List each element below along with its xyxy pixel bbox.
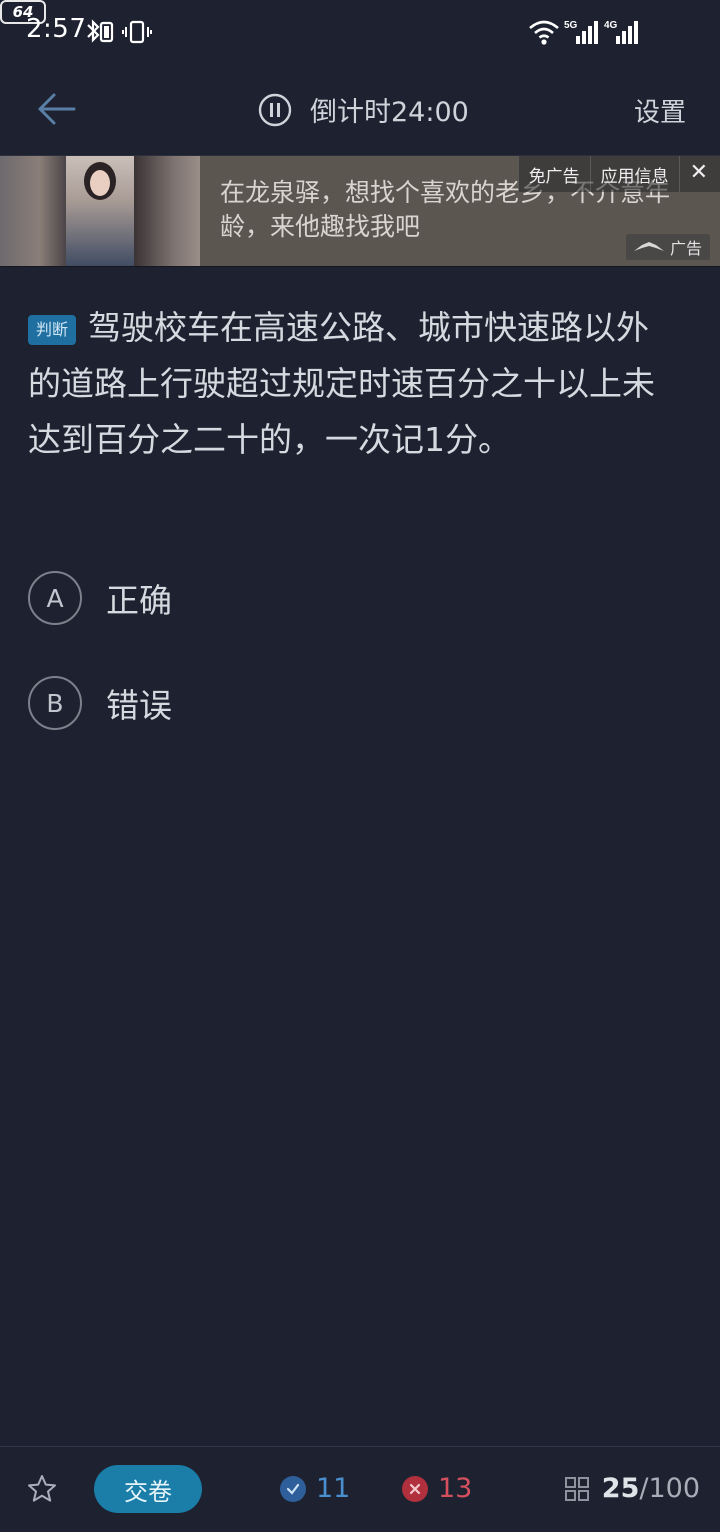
svg-text:5G: 5G bbox=[564, 20, 578, 31]
pause-icon bbox=[258, 93, 292, 126]
option-label: 错误 bbox=[106, 686, 172, 725]
close-ad-icon[interactable]: ✕ bbox=[678, 156, 720, 192]
wrong-count: 13 bbox=[402, 1473, 472, 1504]
ad-controls: 免广告 应用信息 ✕ bbox=[517, 156, 720, 192]
countdown-timer[interactable]: 倒计时24:00 bbox=[258, 90, 469, 129]
option-b[interactable]: B 错误 bbox=[28, 675, 172, 731]
svg-text:4G: 4G bbox=[604, 20, 618, 31]
total-questions: /100 bbox=[639, 1473, 700, 1504]
wifi-icon bbox=[528, 16, 560, 48]
bottom-bar: 交卷 11 13 25/100 bbox=[0, 1446, 720, 1532]
question-text: 判断 驾驶校车在高速公路、城市快速路以外的道路上行驶超过规定时速百分之十以上未达到… bbox=[28, 300, 668, 468]
question-type-tag: 判断 bbox=[28, 315, 77, 345]
option-letter: A bbox=[28, 571, 82, 625]
exam-header: 倒计时24:00 设置 bbox=[0, 64, 720, 154]
question-progress[interactable]: 25/100 bbox=[564, 1473, 700, 1504]
signal-5g-icon: 5G bbox=[564, 16, 600, 48]
option-a[interactable]: A 正确 bbox=[28, 570, 172, 626]
current-question: 25 bbox=[601, 1473, 640, 1504]
ad-badge-label: 广告 bbox=[669, 239, 702, 258]
back-button[interactable] bbox=[30, 86, 82, 132]
bluetooth-icon bbox=[84, 16, 116, 48]
option-letter: B bbox=[28, 676, 82, 730]
status-time: 2:57 bbox=[26, 14, 87, 44]
progress-text: 25/100 bbox=[602, 1473, 700, 1504]
timer-text: 倒计时24:00 bbox=[310, 97, 469, 128]
app-info-button[interactable]: 应用信息 bbox=[589, 156, 679, 192]
back-arrow-icon bbox=[38, 93, 76, 125]
ad-banner[interactable]: 在龙泉驿，想找个喜欢的老乡，不介意年龄，来他趣找我吧 免广告 应用信息 ✕ 广告 bbox=[0, 155, 720, 267]
wrong-count-value: 13 bbox=[438, 1473, 473, 1504]
correct-count-value: 11 bbox=[316, 1473, 351, 1504]
question-body: 驾驶校车在高速公路、城市快速路以外的道路上行驶超过规定时速百分之十以上未达到百分… bbox=[28, 308, 655, 459]
option-label: 正确 bbox=[106, 581, 172, 620]
correct-count: 11 bbox=[280, 1473, 350, 1504]
grid-icon bbox=[564, 1476, 589, 1501]
check-icon bbox=[280, 1475, 306, 1502]
ad-badge: 广告 bbox=[625, 234, 710, 260]
cross-icon bbox=[402, 1475, 428, 1502]
settings-button[interactable]: 设置 bbox=[634, 92, 686, 129]
status-bar: 2:57 5G 4G 64 bbox=[0, 0, 720, 64]
ad-image[interactable] bbox=[0, 156, 200, 266]
favorite-star-icon[interactable] bbox=[26, 1473, 58, 1505]
remove-ad-button[interactable]: 免广告 bbox=[517, 156, 590, 192]
submit-exam-button[interactable]: 交卷 bbox=[94, 1465, 202, 1513]
vibrate-icon bbox=[122, 16, 152, 48]
signal-4g-icon: 4G bbox=[604, 16, 640, 48]
ad-logo-icon bbox=[633, 242, 664, 251]
